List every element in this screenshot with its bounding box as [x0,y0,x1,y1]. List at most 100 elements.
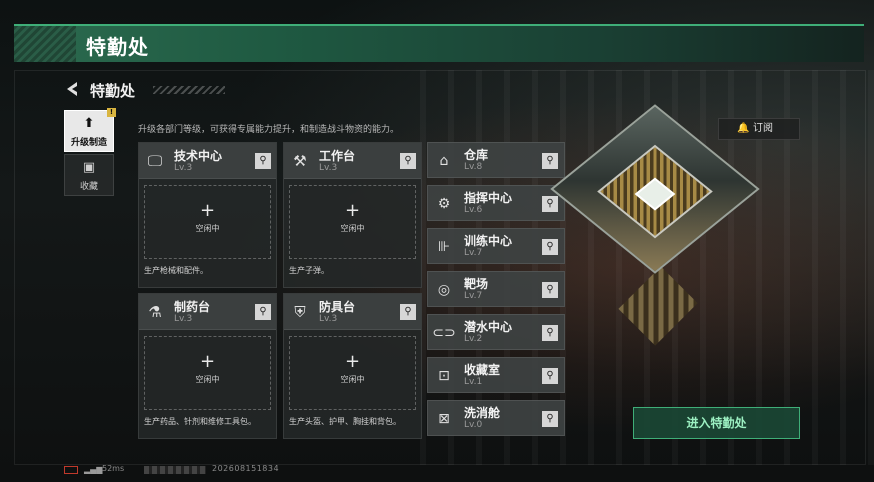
collection-icon: ▣ [82,160,96,175]
page-description: 升级各部门等级，可获得专属能力提升，和制造战斗物资的能力。 [138,125,400,135]
slot-status: 空闲中 [340,375,365,384]
facility-name: 仓库 [464,148,489,162]
facility-level: Lv.2 [464,334,483,344]
microscope-icon: ⚗ [148,303,162,321]
cube-core-frame [597,144,713,239]
banner-stripe-decoration [14,26,76,62]
ping-readout: 52ms [102,464,125,473]
facility-name: 工作台 [319,149,356,163]
facility-name: 潜水中心 [464,320,513,334]
facility-level: Lv.3 [319,163,338,173]
facility-name: 技术中心 [174,149,223,163]
facility-name: 洗消舱 [464,406,501,420]
facility-card-tech-center[interactable]: 🖵 技术中心 Lv.3 ⚲ + 空闲中 生产枪械和配件。 [138,142,277,288]
card-header: ⚗ 制药台 Lv.3 ⚲ [139,294,276,330]
search-icon[interactable]: ⚲ [542,368,558,384]
search-icon[interactable]: ⚲ [542,239,558,255]
nav-item-label: 升级制造 [70,138,107,148]
card-header: 🖵 技术中心 Lv.3 ⚲ [139,143,276,179]
decon-icon: ⊠ [438,411,450,427]
production-slot[interactable]: + 空闲中 [144,185,271,259]
facility-card-warehouse[interactable]: ⌂ 仓库 Lv.8 ⚲ [427,142,565,178]
search-icon[interactable]: ⚲ [255,153,271,169]
slot-status: 空闲中 [195,375,220,384]
facility-card-diving-center[interactable]: ⊂⊃ 潜水中心 Lv.2 ⚲ [427,314,565,350]
facility-name: 靶场 [464,277,489,291]
subscribe-button[interactable]: 🔔 订阅 [718,118,800,140]
facility-name: 防具台 [319,300,356,314]
nav-item-collection[interactable]: ▣ 收藏 [64,154,114,196]
notification-badge: ! [107,108,116,117]
facility-card-decon-chamber[interactable]: ⊠ 洗消舱 Lv.0 ⚲ [427,400,565,436]
production-slot[interactable]: + 空闲中 [289,185,416,259]
card-header: ⛨ 防具台 Lv.3 ⚲ [284,294,421,330]
upgrade-icon: ⬆ [83,116,95,131]
back-arrow-icon[interactable] [64,80,80,98]
search-icon[interactable]: ⚲ [542,411,558,427]
monitor-icon: 🖵 [147,152,163,170]
facility-card-armor-bench[interactable]: ⛨ 防具台 Lv.3 ⚲ + 空闲中 生产头盔、护甲、胸挂和背包。 [283,293,422,439]
session-id: 202608151834 [212,464,280,473]
title-stripe-decoration [153,86,225,94]
search-icon[interactable]: ⚲ [255,304,271,320]
facility-card-workbench[interactable]: ⚒ 工作台 Lv.3 ⚲ + 空闲中 生产子弹。 [283,142,422,288]
bell-icon: 🔔 [737,123,750,134]
slot-status: 空闲中 [340,224,365,233]
tools-icon: ⚒ [293,152,307,170]
facility-name: 收藏室 [464,363,501,377]
plus-icon: + [199,351,216,372]
plus-icon: + [344,200,361,221]
production-slot[interactable]: + 空闲中 [144,336,271,410]
facility-description: 生产子弹。 [289,266,329,275]
facility-description: 生产枪械和配件。 [144,266,208,275]
facility-cube-artwork [550,100,760,346]
facility-card-shooting-range[interactable]: ◎ 靶场 Lv.7 ⚲ [427,271,565,307]
enter-special-ops-button[interactable]: 进入特勤处 [633,407,800,439]
search-icon[interactable]: ⚲ [542,325,558,341]
search-icon[interactable]: ⚲ [400,304,416,320]
search-icon[interactable]: ⚲ [542,196,558,212]
page-title: 特勤处 [90,82,136,100]
safe-icon: ⊡ [438,368,450,384]
slot-status: 空闲中 [195,224,220,233]
facility-level: Lv.7 [464,291,483,301]
nav-item-label: 收藏 [79,182,98,192]
diving-icon: ⊂⊃ [432,325,456,341]
facility-level: Lv.7 [464,248,483,258]
nav-item-upgrade[interactable]: ⬆ 升级制造 ! [64,108,116,152]
armor-icon: ⛨ [294,303,306,321]
facility-name: 制药台 [174,300,211,314]
plus-icon: + [199,200,216,221]
facility-card-pharmacy[interactable]: ⚗ 制药台 Lv.3 ⚲ + 空闲中 生产药品、针剂和维修工具包。 [138,293,277,439]
facility-level: Lv.1 [464,377,483,387]
card-header: ⚒ 工作台 Lv.3 ⚲ [284,143,421,179]
facility-level: Lv.0 [464,420,483,430]
subscribe-label: 订阅 [753,123,773,134]
chip-icon: ⚙ [437,196,451,212]
signal-icon: ▂▄▆ [84,465,103,474]
redacted-text [144,466,206,474]
facility-level: Lv.8 [464,162,483,172]
facility-card-training-center[interactable]: ⊪ 训练中心 Lv.7 ⚲ [427,228,565,264]
production-slot[interactable]: + 空闲中 [289,336,416,410]
facility-name: 训练中心 [464,234,513,248]
search-icon[interactable]: ⚲ [542,282,558,298]
target-icon: ◎ [437,282,451,298]
facility-level: Lv.6 [464,205,483,215]
facility-description: 生产药品、针剂和维修工具包。 [144,417,256,426]
facility-level: Lv.3 [174,163,193,173]
warehouse-icon: ⌂ [439,153,449,169]
facility-level: Lv.3 [319,314,338,324]
search-icon[interactable]: ⚲ [542,153,558,169]
battery-icon [64,466,78,474]
plus-icon: + [344,351,361,372]
facility-card-collection-room[interactable]: ⊡ 收藏室 Lv.1 ⚲ [427,357,565,393]
facility-card-command-center[interactable]: ⚙ 指挥中心 Lv.6 ⚲ [427,185,565,221]
search-icon[interactable]: ⚲ [400,153,416,169]
top-banner: 特勤处 [14,24,864,62]
cube-core [634,177,676,211]
facility-description: 生产头盔、护甲、胸挂和背包。 [289,417,401,426]
banner-title: 特勤处 [86,35,149,59]
facility-level: Lv.3 [174,314,193,324]
facility-name: 指挥中心 [464,191,513,205]
